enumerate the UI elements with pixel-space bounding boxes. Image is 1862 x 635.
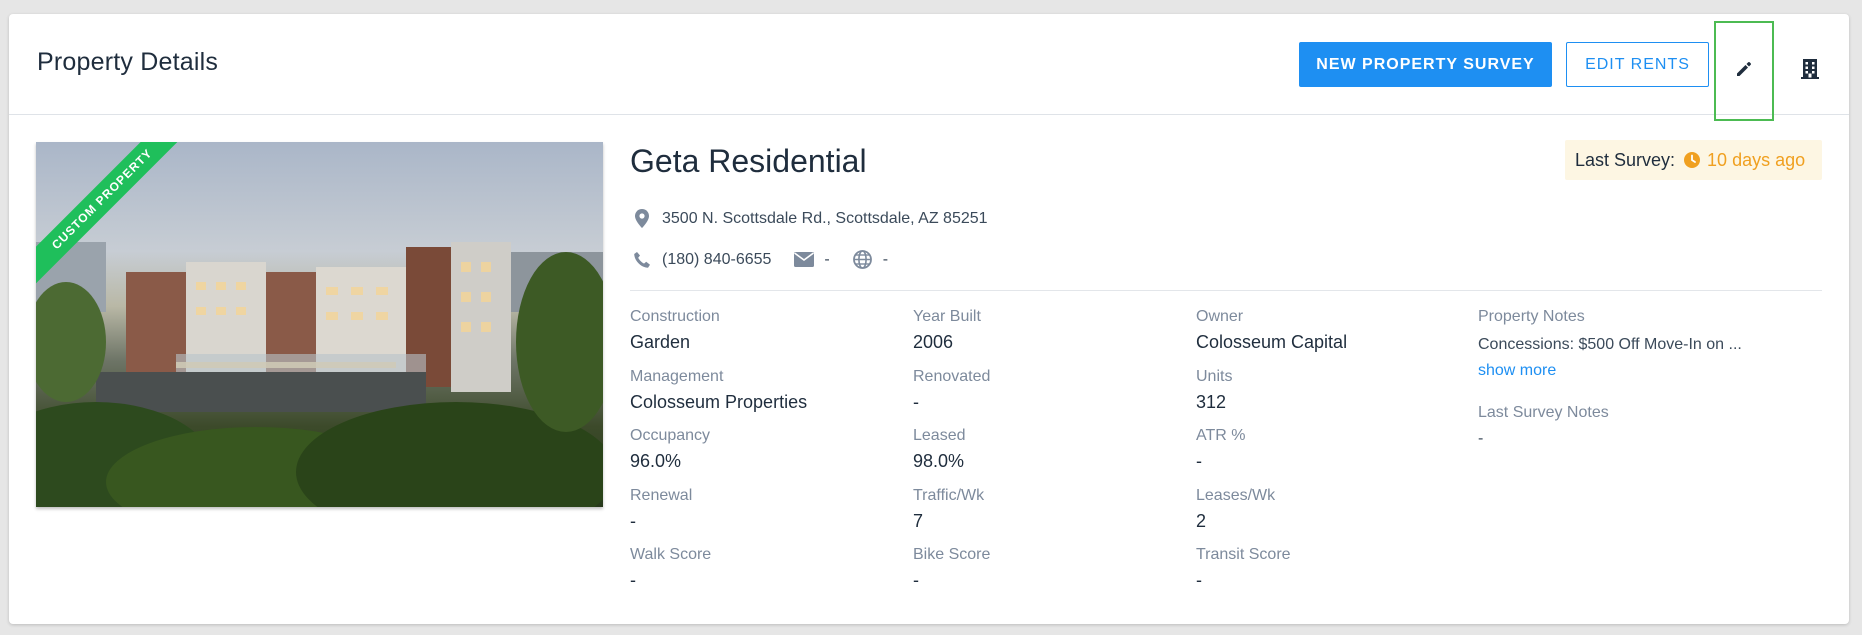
edit-rents-button[interactable]: EDIT RENTS xyxy=(1566,42,1709,87)
property-photo: CUSTOM PROPERTY xyxy=(36,142,603,507)
field-value: - xyxy=(1196,570,1202,590)
field-label: Year Built xyxy=(913,308,981,325)
field-bike-score: Bike Score - xyxy=(913,546,990,591)
building-icon xyxy=(1801,58,1819,85)
page-title: Property Details xyxy=(37,48,219,76)
field-value: 7 xyxy=(913,511,924,531)
field-owner: Owner Colosseum Capital xyxy=(1196,308,1347,353)
field-value: 96.0% xyxy=(630,451,682,471)
field-label: Management xyxy=(630,368,724,385)
field-value: Garden xyxy=(630,332,691,352)
field-label: Transit Score xyxy=(1196,546,1291,563)
field-value: Colosseum Properties xyxy=(630,392,808,412)
field-value: 2006 xyxy=(913,332,954,352)
field-value: 2 xyxy=(1196,511,1207,531)
property-notes-label: Property Notes xyxy=(1478,308,1585,325)
field-label: Occupancy xyxy=(630,427,711,444)
field-value: - xyxy=(1196,451,1202,471)
field-value: - xyxy=(630,511,636,531)
field-year-built: Year Built 2006 xyxy=(913,308,981,353)
new-property-survey-button[interactable]: NEW PROPERTY SURVEY xyxy=(1299,42,1552,87)
field-value: - xyxy=(913,570,919,590)
field-atr: ATR % - xyxy=(1196,427,1245,472)
field-leases: Leases/Wk 2 xyxy=(1196,487,1275,532)
envelope-icon xyxy=(793,252,815,267)
field-renovated: Renovated - xyxy=(913,368,990,413)
last-survey-value: 10 days ago xyxy=(1707,149,1806,170)
field-label: Units xyxy=(1196,368,1233,385)
field-label: Bike Score xyxy=(913,546,991,563)
field-traffic: Traffic/Wk 7 xyxy=(913,487,984,532)
property-details-card: Property Details NEW PROPERTY SURVEY EDI… xyxy=(9,14,1849,624)
property-name: Geta Residential xyxy=(630,143,867,179)
field-value: 312 xyxy=(1196,392,1227,412)
show-more-link[interactable]: show more xyxy=(1478,362,1556,380)
field-construction: Construction Garden xyxy=(630,308,720,353)
field-label: Traffic/Wk xyxy=(913,487,985,504)
field-value: - xyxy=(913,392,919,412)
property-notes-text: Concessions: $500 Off Move-In on ... xyxy=(1478,336,1742,353)
field-occupancy: Occupancy 96.0% xyxy=(630,427,710,472)
address-text: 3500 N. Scottsdale Rd., Scottsdale, AZ 8… xyxy=(662,209,988,227)
field-value: 98.0% xyxy=(913,451,965,471)
email-text: - xyxy=(824,250,830,268)
last-survey-notes-label: Last Survey Notes xyxy=(1478,404,1609,421)
field-renewal: Renewal - xyxy=(630,487,692,532)
field-label: Renovated xyxy=(913,368,991,385)
field-label: Leases/Wk xyxy=(1196,487,1276,504)
last-survey-notes-text: - xyxy=(1478,430,1484,447)
last-survey-badge: Last Survey: 10 days ago xyxy=(1565,140,1822,180)
field-label: Renewal xyxy=(630,487,693,504)
field-label: ATR % xyxy=(1196,427,1246,444)
section-divider xyxy=(630,290,1822,291)
field-walk-score: Walk Score - xyxy=(630,546,711,591)
phone-group: (180) 840-6655 xyxy=(631,251,771,269)
last-survey-label: Last Survey: xyxy=(1575,149,1676,170)
card-header: Property Details NEW PROPERTY SURVEY EDI… xyxy=(9,14,1849,121)
field-leased: Leased 98.0% xyxy=(913,427,966,472)
website-text: - xyxy=(882,250,889,268)
globe-icon xyxy=(852,250,874,269)
phone-text[interactable]: (180) 840-6655 xyxy=(662,251,771,269)
edit-property-button[interactable] xyxy=(1714,21,1774,121)
field-label: Walk Score xyxy=(630,546,712,563)
field-label: Leased xyxy=(913,427,966,444)
phone-icon xyxy=(631,251,653,269)
field-label: Owner xyxy=(1196,308,1244,325)
field-value: - xyxy=(630,570,636,590)
field-value: Colosseum Capital xyxy=(1196,332,1348,352)
contact-info: (180) 840-6655 - - xyxy=(631,250,910,269)
website-group: - xyxy=(852,250,888,269)
property-address: 3500 N. Scottsdale Rd., Scottsdale, AZ 8… xyxy=(631,209,988,228)
field-management: Management Colosseum Properties xyxy=(630,368,807,413)
map-pin-icon xyxy=(631,209,653,228)
pencil-icon xyxy=(1734,59,1754,84)
field-units: Units 312 xyxy=(1196,368,1232,413)
field-transit-score: Transit Score - xyxy=(1196,546,1291,591)
field-label: Construction xyxy=(630,308,720,325)
clock-icon xyxy=(1683,151,1701,169)
email-group: - xyxy=(793,250,830,269)
property-building-button[interactable] xyxy=(1780,21,1840,121)
